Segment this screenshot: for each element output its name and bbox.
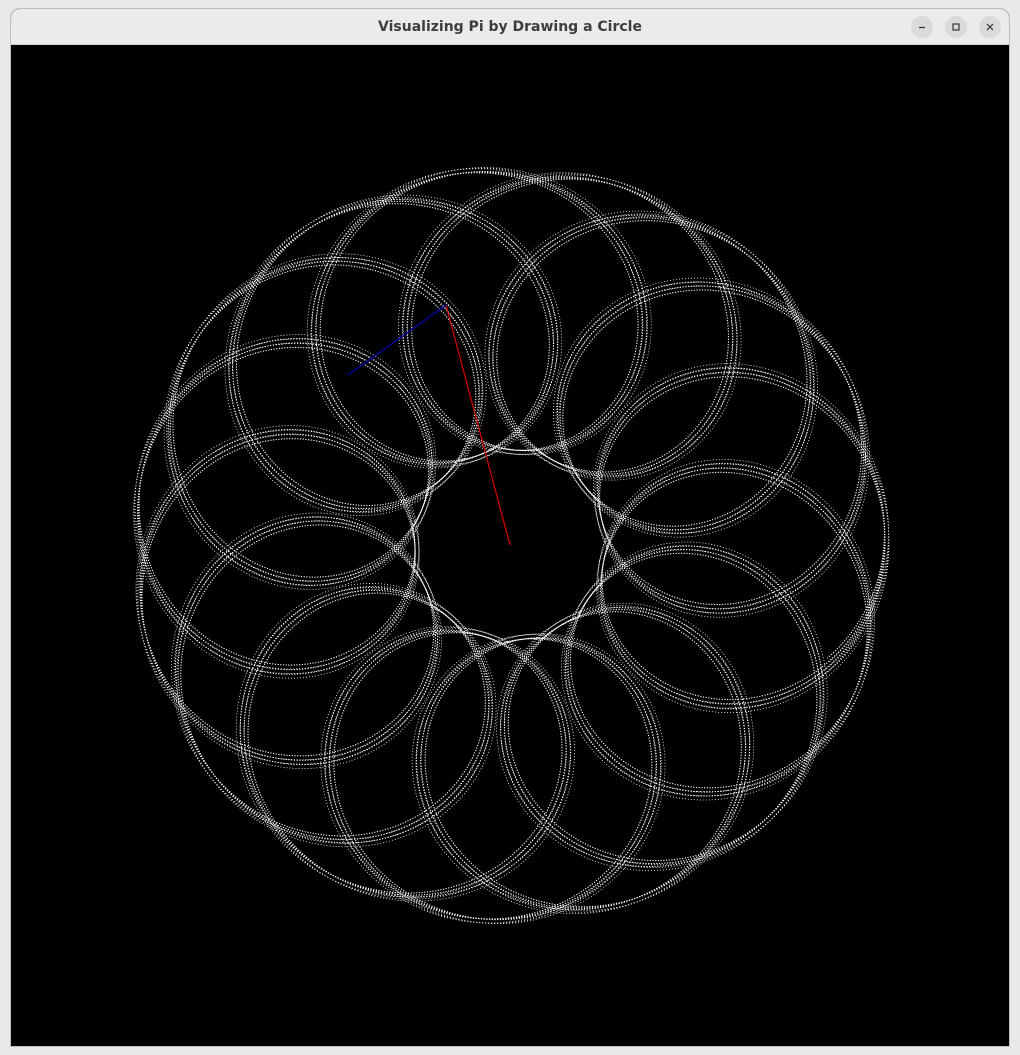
minimize-button[interactable]	[911, 16, 933, 38]
close-button[interactable]	[979, 16, 1001, 38]
maximize-button[interactable]	[945, 16, 967, 38]
window-controls	[911, 16, 1001, 38]
minimize-icon	[919, 26, 925, 29]
title-bar[interactable]: Visualizing Pi by Drawing a Circle	[11, 9, 1009, 45]
drawing-canvas	[11, 45, 1009, 1046]
window-title: Visualizing Pi by Drawing a Circle	[378, 19, 642, 35]
close-icon	[986, 23, 994, 31]
maximize-icon	[952, 23, 960, 31]
app-window: Visualizing Pi by Drawing a Circle	[10, 8, 1010, 1047]
